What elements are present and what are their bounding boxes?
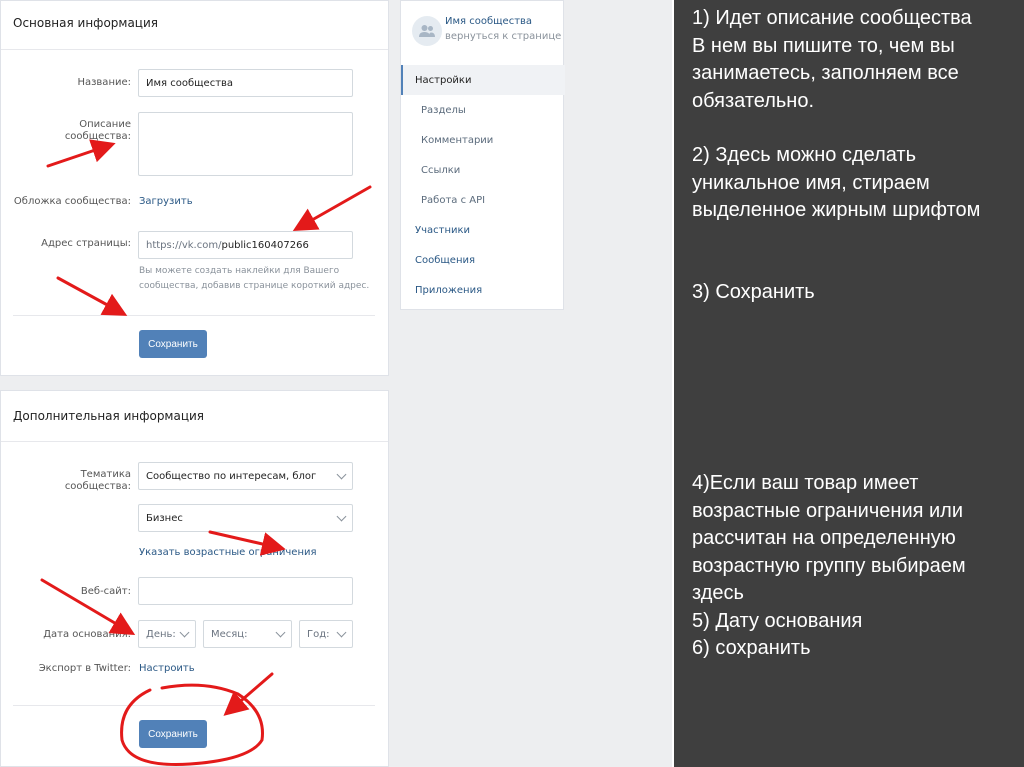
note-2: 2) Здесь можно сделать уникальное имя, с… [692, 144, 981, 221]
note-1: 1) Идет описание сообщества В нем вы пиш… [692, 7, 972, 112]
circle-save-extra [120, 683, 264, 766]
arrow-save-basic [56, 276, 128, 316]
arrow-age [208, 530, 286, 556]
arrow-founded [40, 578, 136, 636]
arrow-description [46, 139, 116, 168]
screenshot-area: Основная информация Название: Имя сообще… [0, 0, 672, 767]
instructions-panel: 1) Идет описание сообщества В нем вы пиш… [674, 0, 1024, 767]
note-4: 4)Если ваш товар имеет возрастные ограни… [692, 472, 966, 659]
note-3: 3) Сохранить [692, 281, 815, 303]
arrow-address [292, 185, 372, 231]
annotation-overlay [40, 139, 372, 766]
